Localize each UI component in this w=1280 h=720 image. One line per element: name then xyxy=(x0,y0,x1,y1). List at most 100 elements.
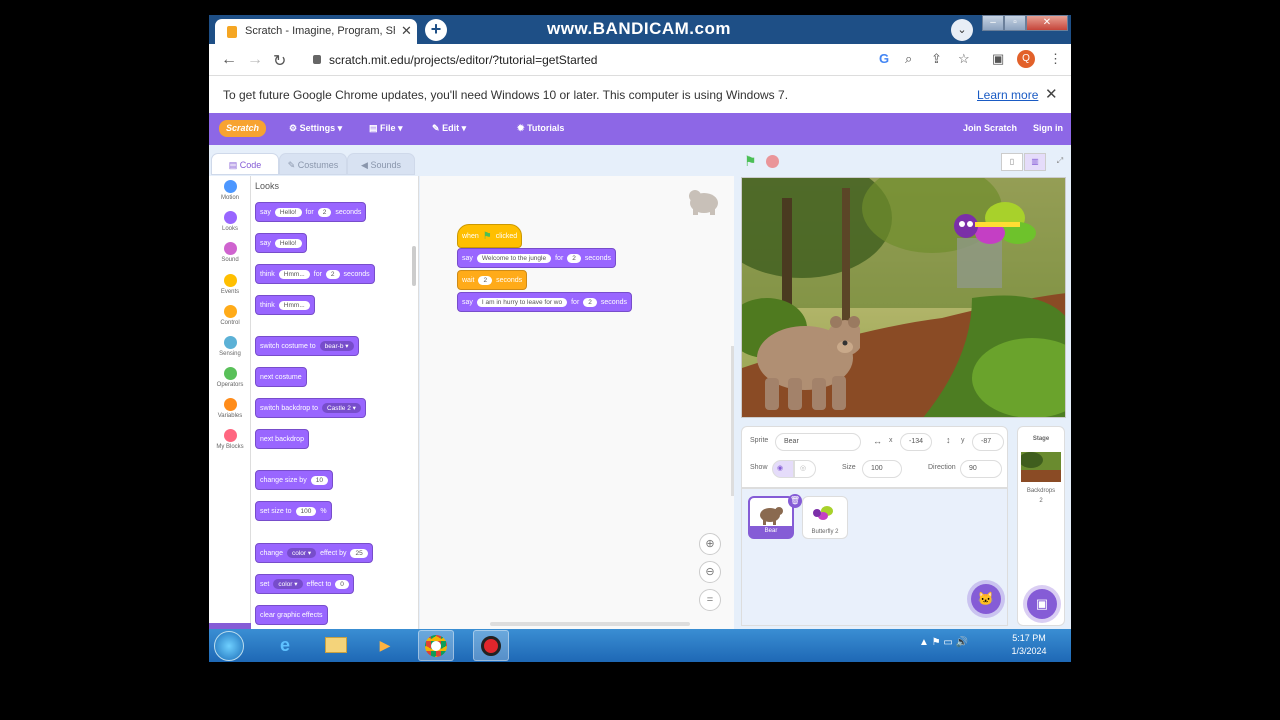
bandicam-record-icon[interactable] xyxy=(473,630,509,661)
block-input[interactable]: Welcome to the jungle xyxy=(476,253,552,263)
workspace-horizontal-scrollbar[interactable] xyxy=(490,622,690,626)
reset-zoom-icon[interactable]: = xyxy=(699,589,721,611)
say-for-block[interactable]: say Welcome to the jungle for 2 seconds xyxy=(457,248,616,268)
reload-icon[interactable]: ↻ xyxy=(273,51,286,71)
tab-sounds[interactable]: ◀ Sounds xyxy=(347,153,415,175)
share-icon[interactable]: ⇪ xyxy=(931,51,942,67)
say-block[interactable]: say Hello! xyxy=(255,233,307,253)
block-input[interactable]: 2 xyxy=(325,269,340,279)
sign-in-link[interactable]: Sign in xyxy=(1033,123,1063,133)
bear-sprite[interactable] xyxy=(750,298,860,413)
change-effect-block[interactable]: change color ▾ effect by 25 xyxy=(255,543,373,563)
zoom-out-icon[interactable]: ⊖ xyxy=(699,561,721,583)
direction-field[interactable]: 90 xyxy=(960,460,1002,478)
category-sensing[interactable]: Sensing xyxy=(209,336,251,357)
zoom-icon[interactable]: ⌕ xyxy=(905,51,912,67)
category-events[interactable]: Events xyxy=(209,274,251,295)
category-looks[interactable]: Looks xyxy=(209,211,251,232)
close-tab-icon[interactable]: ✕ xyxy=(401,23,412,39)
think-for-block[interactable]: think Hmm... for 2 seconds xyxy=(255,264,375,284)
zoom-in-icon[interactable]: ⊕ xyxy=(699,533,721,555)
stage-canvas[interactable] xyxy=(741,177,1066,418)
close-window-button[interactable]: ✕ xyxy=(1026,15,1068,31)
minimize-button[interactable]: – xyxy=(982,15,1004,31)
switch-costume-block[interactable]: switch costume to bear-b ▾ xyxy=(255,336,359,356)
settings-menu[interactable]: ⚙ Settings ▾ xyxy=(289,123,342,134)
block-input[interactable]: 0 xyxy=(335,579,349,589)
category-my-blocks[interactable]: My Blocks xyxy=(209,429,251,450)
small-stage-icon[interactable]: ▯ xyxy=(1001,153,1023,171)
stop-icon[interactable] xyxy=(766,155,779,168)
block-input[interactable]: 2 xyxy=(567,253,581,263)
category-operators[interactable]: Operators xyxy=(209,367,251,388)
join-scratch-link[interactable]: Join Scratch xyxy=(963,123,1017,133)
tab-search-chevron-icon[interactable]: ⌄ xyxy=(951,19,973,41)
block-input[interactable]: 100 xyxy=(295,506,317,516)
effect-dropdown[interactable]: color ▾ xyxy=(286,548,317,558)
chrome-menu-icon[interactable]: ⋮ xyxy=(1049,51,1062,67)
sprite-name-field[interactable]: Bear xyxy=(775,433,861,451)
hide-eye-icon[interactable]: ◎ xyxy=(794,460,816,478)
effect-dropdown[interactable]: color ▾ xyxy=(273,579,303,589)
forward-arrow-icon[interactable]: → xyxy=(247,51,263,69)
edit-menu[interactable]: ✎ Edit ▾ xyxy=(432,123,466,134)
learn-more-link[interactable]: Learn more xyxy=(977,88,1038,102)
taskbar-clock[interactable]: 5:17 PM 1/3/2024 xyxy=(999,632,1059,658)
block-input[interactable]: Hmm... xyxy=(278,300,310,310)
say-for-block[interactable]: say Hello! for 2 seconds xyxy=(255,202,367,222)
sprite-thumbnail-bear[interactable]: Bear 🗑 xyxy=(748,494,802,539)
profile-avatar[interactable]: Q xyxy=(1017,50,1035,68)
block-input[interactable]: 2 xyxy=(317,207,332,217)
scratch-logo[interactable]: Scratch xyxy=(219,120,266,137)
sidepanel-icon[interactable]: ▣ xyxy=(992,51,1004,67)
set-effect-block[interactable]: set color ▾ effect to 0 xyxy=(255,574,354,594)
workspace-vertical-scrollbar[interactable] xyxy=(731,346,734,496)
block-input[interactable]: Hmm... xyxy=(278,269,310,279)
category-variables[interactable]: Variables xyxy=(209,398,251,419)
browser-tab[interactable]: Scratch - Imagine, Program, Sha ✕ xyxy=(215,19,417,44)
windows-start-icon[interactable] xyxy=(214,631,244,661)
block-input[interactable]: 2 xyxy=(478,275,493,285)
show-visible-eye-icon[interactable]: ◉ xyxy=(772,460,794,478)
internet-explorer-icon[interactable]: e xyxy=(267,630,303,661)
new-tab-button[interactable]: + xyxy=(425,19,447,41)
code-workspace[interactable]: when ⚑ clicked say Welcome to the jungle for… xyxy=(420,176,734,629)
switch-backdrop-block[interactable]: switch backdrop to Castle 2 ▾ xyxy=(255,398,366,418)
delete-sprite-trash-icon[interactable]: 🗑 xyxy=(788,494,802,508)
tab-code[interactable]: ▤ Code xyxy=(211,153,279,175)
file-explorer-icon[interactable] xyxy=(318,630,354,661)
bookmark-star-icon[interactable]: ☆ xyxy=(958,51,970,67)
block-input[interactable]: 2 xyxy=(583,297,597,307)
costume-dropdown[interactable]: bear-b ▾ xyxy=(319,341,354,351)
url-field[interactable]: scratch.mit.edu/projects/editor/?tutoria… xyxy=(301,47,873,73)
set-size-block[interactable]: set size to 100% xyxy=(255,501,332,521)
media-player-icon[interactable]: ▶ xyxy=(367,630,403,661)
tab-costumes[interactable]: ✎ Costumes xyxy=(279,153,347,175)
change-size-block[interactable]: change size by 10 xyxy=(255,470,333,490)
block-input[interactable]: Hello! xyxy=(274,207,302,217)
y-position-field[interactable]: -87 xyxy=(972,433,1004,451)
backdrop-dropdown[interactable]: Castle 2 ▾ xyxy=(321,403,361,413)
category-motion[interactable]: Motion xyxy=(209,180,251,201)
choose-backdrop-image-icon[interactable]: ▣ xyxy=(1027,589,1057,619)
chrome-taskbar-icon[interactable] xyxy=(418,630,454,661)
maximize-button[interactable]: ▫ xyxy=(1004,15,1026,31)
file-menu[interactable]: ▤ File ▾ xyxy=(369,123,403,134)
stage-selector-panel[interactable]: Stage Backdrops 2 ▣ xyxy=(1017,426,1065,626)
block-input[interactable]: I am in hurry to leave for wo xyxy=(476,297,568,307)
green-flag-icon[interactable]: ⚑ xyxy=(744,153,757,170)
when-flag-clicked-block[interactable]: when ⚑ clicked xyxy=(457,224,523,248)
butterfly-sprite[interactable] xyxy=(950,198,1040,253)
say-for-block[interactable]: say I am in hurry to leave for wo for 2 seco… xyxy=(457,292,632,312)
wait-block[interactable]: wait 2 seconds xyxy=(457,270,528,290)
x-position-field[interactable]: -134 xyxy=(900,433,932,451)
large-stage-icon[interactable]: ▥ xyxy=(1024,153,1046,171)
choose-sprite-cat-icon[interactable]: 🐱 xyxy=(971,584,1001,614)
block-input[interactable]: 10 xyxy=(310,475,328,485)
clear-effects-block[interactable]: clear graphic effects xyxy=(255,605,328,625)
block-input[interactable]: 25 xyxy=(350,548,368,558)
category-sound[interactable]: Sound xyxy=(209,242,251,263)
google-icon[interactable]: G xyxy=(879,51,889,66)
system-tray-icons[interactable]: ▲ ⚑ ▭ 🔊 xyxy=(919,637,968,648)
size-field[interactable]: 100 xyxy=(862,460,902,478)
